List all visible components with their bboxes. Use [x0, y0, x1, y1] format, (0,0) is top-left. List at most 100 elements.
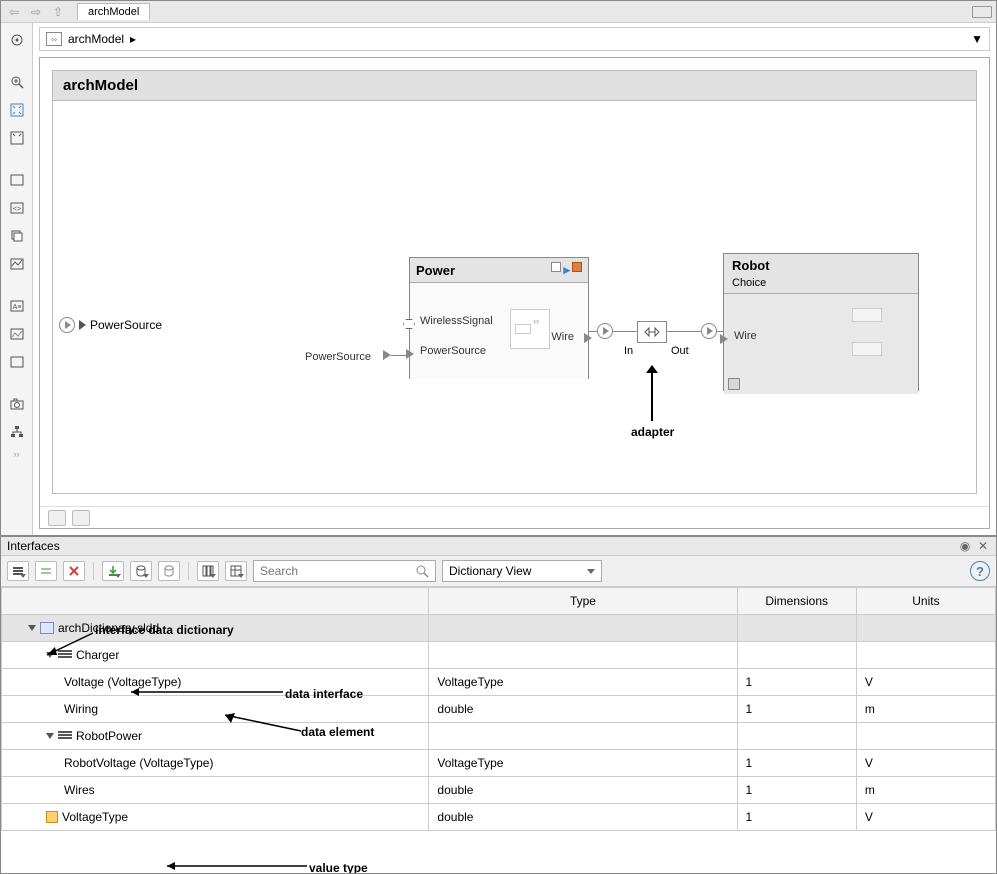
svg-text:<>: <> — [12, 206, 20, 213]
adapter-out-label: Out — [671, 345, 689, 357]
port-in-icon — [406, 349, 414, 359]
node-power-title: Power — [416, 263, 455, 278]
interfaces-table: Type Dimensions Units archDictionary.sld… — [1, 587, 996, 873]
twisty-icon[interactable] — [28, 625, 36, 631]
port-wireless-label: WirelessSignal — [420, 315, 493, 327]
tool-fit-icon[interactable] — [6, 99, 28, 121]
interfaces-panel: Interfaces ◉ ✕ Dictionary View ? — [1, 535, 996, 873]
help-button[interactable]: ? — [970, 561, 990, 581]
adapter-in-label: In — [624, 345, 633, 357]
tb-add-interface-button[interactable] — [7, 561, 29, 581]
search-input[interactable] — [260, 564, 415, 578]
tool-stack-icon[interactable] — [6, 225, 28, 247]
port-wire-label: Wire — [734, 330, 757, 342]
table-row[interactable]: Wiring double1m — [2, 696, 996, 723]
dictionary-icon — [40, 622, 54, 634]
table-row[interactable]: VoltageType double1V — [2, 804, 996, 831]
link-icon — [728, 378, 740, 390]
view-selector[interactable]: Dictionary View — [442, 560, 602, 582]
tool-image-icon[interactable] — [6, 323, 28, 345]
close-icon[interactable]: ✕ — [976, 539, 990, 553]
model-title: archModel — [53, 71, 976, 101]
annotation-vt: value type — [309, 861, 368, 873]
interfaces-toolbar: Dictionary View ? — [1, 556, 996, 587]
port-circle-icon — [597, 323, 613, 339]
tool-text-icon[interactable]: A≡ — [6, 295, 28, 317]
port-out-icon — [584, 333, 592, 343]
play-icon: ▸ — [563, 262, 570, 278]
tool-zoomout-icon[interactable] — [6, 127, 28, 149]
tool-zoom-icon[interactable] — [6, 71, 28, 93]
svg-text:A≡: A≡ — [12, 304, 21, 311]
table-row[interactable]: archDictionary.sldd — [2, 615, 996, 642]
footer-db-icon[interactable] — [48, 510, 66, 526]
port-circle-icon — [701, 323, 717, 339]
breadcrumb: ◦◦ archModel ▸ ▼ — [39, 27, 990, 51]
tool-target-icon[interactable] — [6, 29, 28, 51]
external-port-powersource[interactable]: PowerSource — [59, 317, 162, 333]
nav-fwd-icon[interactable]: ⇨ — [27, 4, 45, 20]
model-frame: archModel PowerSource PowerSource — [52, 70, 977, 494]
adapter-block[interactable] — [637, 321, 667, 343]
table-row[interactable]: Voltage (VoltageType) VoltageType1V — [2, 669, 996, 696]
tb-filter-button[interactable] — [225, 561, 247, 581]
port-hex-icon — [403, 319, 415, 329]
tool-plot-icon[interactable] — [6, 253, 28, 275]
twisty-icon[interactable] — [46, 733, 54, 739]
canvas-footer — [40, 506, 989, 528]
tool-code-icon[interactable]: <> — [6, 197, 28, 219]
tab-archmodel[interactable]: archModel — [77, 3, 150, 20]
nav-up-icon[interactable]: ⇧ — [49, 4, 67, 20]
node-power[interactable]: Power ▸ WirelessSignal — [409, 257, 589, 379]
left-toolbar: <> A≡ ›› — [1, 23, 33, 535]
table-row[interactable]: Charger — [2, 642, 996, 669]
keyboard-icon — [972, 6, 992, 18]
port-in-icon — [720, 334, 728, 344]
twisty-icon[interactable] — [46, 652, 54, 658]
port-arrow-icon — [59, 317, 75, 333]
interfaces-title: Interfaces — [7, 539, 60, 553]
tool-blank-icon[interactable] — [6, 351, 28, 373]
footer-tree-icon[interactable] — [72, 510, 90, 526]
robot-preview-icon — [852, 308, 882, 322]
tool-hierarchy-icon[interactable] — [6, 421, 28, 443]
badge-icon — [551, 262, 561, 272]
model-icon: ◦◦ — [46, 32, 62, 46]
breadcrumb-model[interactable]: archModel — [68, 32, 124, 46]
nav-back-icon[interactable]: ⇦ — [5, 4, 23, 20]
tool-panel-icon[interactable] — [6, 169, 28, 191]
canvas[interactable]: archModel PowerSource PowerSource — [40, 58, 989, 506]
external-port-label: PowerSource — [90, 318, 162, 332]
tb-db-button[interactable] — [130, 561, 152, 581]
col-dim[interactable]: Dimensions — [737, 588, 856, 615]
col-units[interactable]: Units — [856, 588, 995, 615]
tool-camera-icon[interactable] — [6, 393, 28, 415]
tb-import-button[interactable] — [102, 561, 124, 581]
table-row[interactable]: RobotPower — [2, 723, 996, 750]
search-box[interactable] — [253, 560, 436, 582]
interface-icon — [58, 731, 72, 741]
annotation-adapter: adapter — [631, 425, 674, 439]
top-nav: ⇦ ⇨ ⇧ archModel — [1, 1, 996, 23]
arrow-up-icon — [646, 365, 658, 373]
col-type[interactable]: Type — [429, 588, 737, 615]
port-source-label: PowerSource — [420, 345, 486, 357]
badge-dirty-icon — [572, 262, 582, 272]
chevron-right-icon — [79, 320, 86, 330]
node-robot[interactable]: Robot Choice Wire — [723, 253, 919, 391]
col-name[interactable] — [2, 588, 429, 615]
tb-delete-button[interactable] — [63, 561, 85, 581]
tb-add-element-button[interactable] — [35, 561, 57, 581]
tb-cols-button[interactable] — [197, 561, 219, 581]
annotation-arrow — [651, 369, 653, 421]
port-in-icon — [383, 350, 391, 360]
minimize-icon[interactable]: ◉ — [958, 539, 972, 553]
table-row[interactable]: RobotVoltage (VoltageType) VoltageType1V — [2, 750, 996, 777]
node-robot-subtitle: Choice — [732, 277, 766, 289]
table-row[interactable]: Wires double1m — [2, 777, 996, 804]
search-icon — [415, 564, 429, 578]
robot-preview-icon — [852, 342, 882, 356]
breadcrumb-dropdown-icon[interactable]: ▼ — [971, 32, 983, 46]
interface-icon — [58, 650, 72, 660]
tb-db2-button[interactable] — [158, 561, 180, 581]
